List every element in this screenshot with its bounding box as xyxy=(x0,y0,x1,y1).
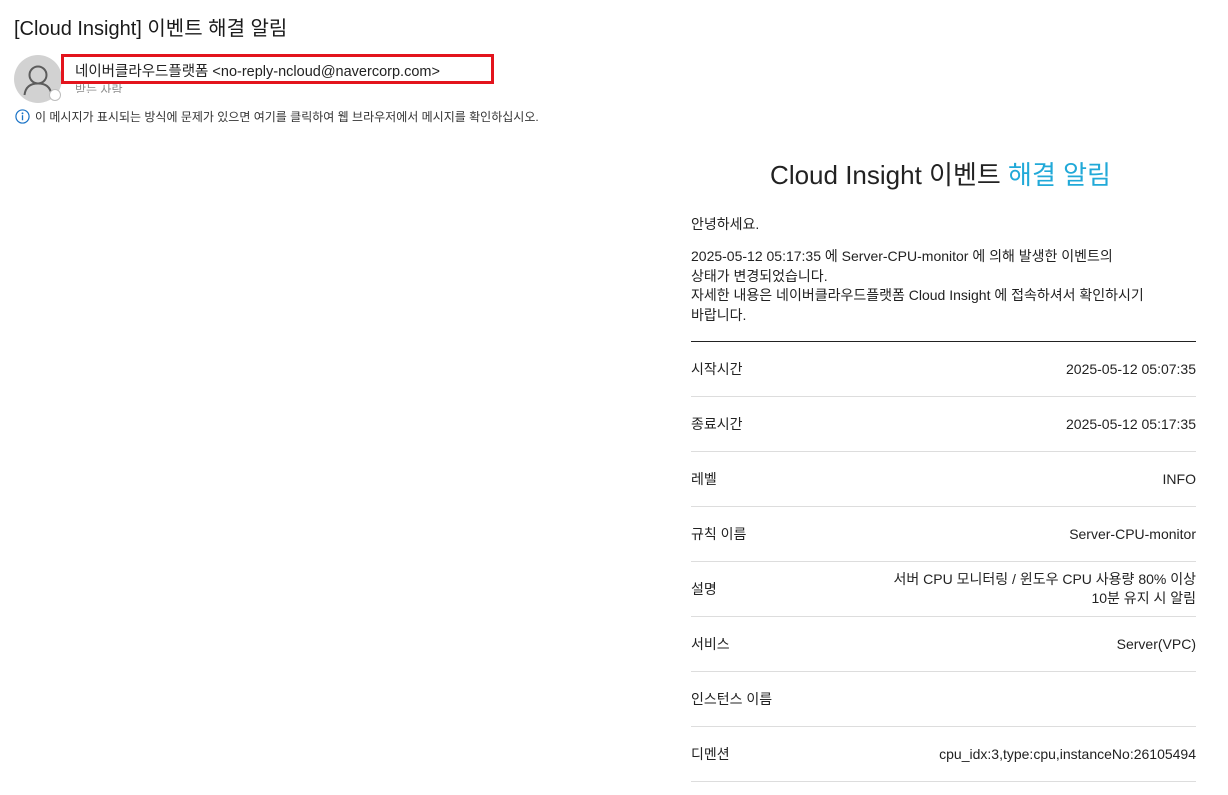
detail-row-start-time: 시작시간 2025-05-12 05:07:35 xyxy=(691,342,1196,397)
message-line: 자세한 내용은 네이버클라우드플랫폼 Cloud Insight 에 접속하셔서… xyxy=(691,287,1144,303)
detail-label: 디멘션 xyxy=(691,746,730,762)
detail-value: Server-CPU-monitor xyxy=(1069,525,1196,542)
mail-title-accent: 해결 알림 xyxy=(1008,160,1111,190)
detail-label: 규칙 이름 xyxy=(691,526,747,542)
detail-row-instance-name: 인스턴스 이름 xyxy=(691,672,1196,727)
mail-title: Cloud Insight 이벤트 해결 알림 xyxy=(685,155,1196,192)
message-line: 2025-05-12 05:17:35 에 Server-CPU-monitor… xyxy=(691,248,1113,264)
info-notice-text[interactable]: 이 메시지가 표시되는 방식에 문제가 있으면 여기를 클릭하여 웹 브라우저에… xyxy=(35,108,539,125)
detail-row-dimension: 디멘션 cpu_idx:3,type:cpu,instanceNo:261054… xyxy=(691,727,1196,782)
detail-label: 인스턴스 이름 xyxy=(691,691,773,707)
detail-label: 설명 xyxy=(691,581,717,597)
mail-message: 2025-05-12 05:17:35 에 Server-CPU-monitor… xyxy=(691,247,1196,325)
detail-label: 서비스 xyxy=(691,636,730,652)
detail-value: 2025-05-12 05:07:35 xyxy=(1066,360,1196,377)
view-in-browser-notice[interactable]: 이 메시지가 표시되는 방식에 문제가 있으면 여기를 클릭하여 웹 브라우저에… xyxy=(15,108,539,125)
detail-row-end-time: 종료시간 2025-05-12 05:17:35 xyxy=(691,397,1196,452)
mail-body: Cloud Insight 이벤트 해결 알림 안녕하세요. 2025-05-1… xyxy=(691,155,1196,782)
mail-title-main: Cloud Insight 이벤트 xyxy=(770,160,1001,190)
detail-value: INFO xyxy=(1162,470,1196,487)
recipient-label[interactable]: 받는 사람 xyxy=(75,81,123,93)
detail-row-service: 서비스 Server(VPC) xyxy=(691,617,1196,672)
description-line: 10분 유지 시 알림 xyxy=(1091,590,1196,606)
presence-status-icon xyxy=(49,89,61,101)
detail-row-level: 레벨 INFO xyxy=(691,452,1196,507)
detail-value: 2025-05-12 05:17:35 xyxy=(1066,415,1196,432)
detail-label: 레벨 xyxy=(691,471,717,487)
info-circle-icon xyxy=(15,109,30,124)
detail-value: Server(VPC) xyxy=(1116,635,1196,652)
detail-value: cpu_idx:3,type:cpu,instanceNo:26105494 xyxy=(939,745,1196,762)
email-subject: [Cloud Insight] 이벤트 해결 알림 xyxy=(14,18,288,40)
message-line: 바랍니다. xyxy=(691,306,747,323)
detail-row-rule-name: 규칙 이름 Server-CPU-monitor xyxy=(691,507,1196,562)
detail-label: 종료시간 xyxy=(691,416,743,432)
detail-value: 서버 CPU 모니터링 / 윈도우 CPU 사용량 80% 이상 10분 유지 … xyxy=(894,570,1196,608)
greeting-text: 안녕하세요. xyxy=(691,216,760,232)
message-line: 상태가 변경되었습니다. xyxy=(691,267,828,284)
detail-label: 시작시간 xyxy=(691,361,743,377)
detail-row-description: 설명 서버 CPU 모니터링 / 윈도우 CPU 사용량 80% 이상 10분 … xyxy=(691,562,1196,617)
description-line: 서버 CPU 모니터링 / 윈도우 CPU 사용량 80% 이상 xyxy=(893,571,1196,587)
sender-address[interactable]: 네이버클라우드플랫폼 <no-reply-ncloud@navercorp.co… xyxy=(75,60,440,81)
